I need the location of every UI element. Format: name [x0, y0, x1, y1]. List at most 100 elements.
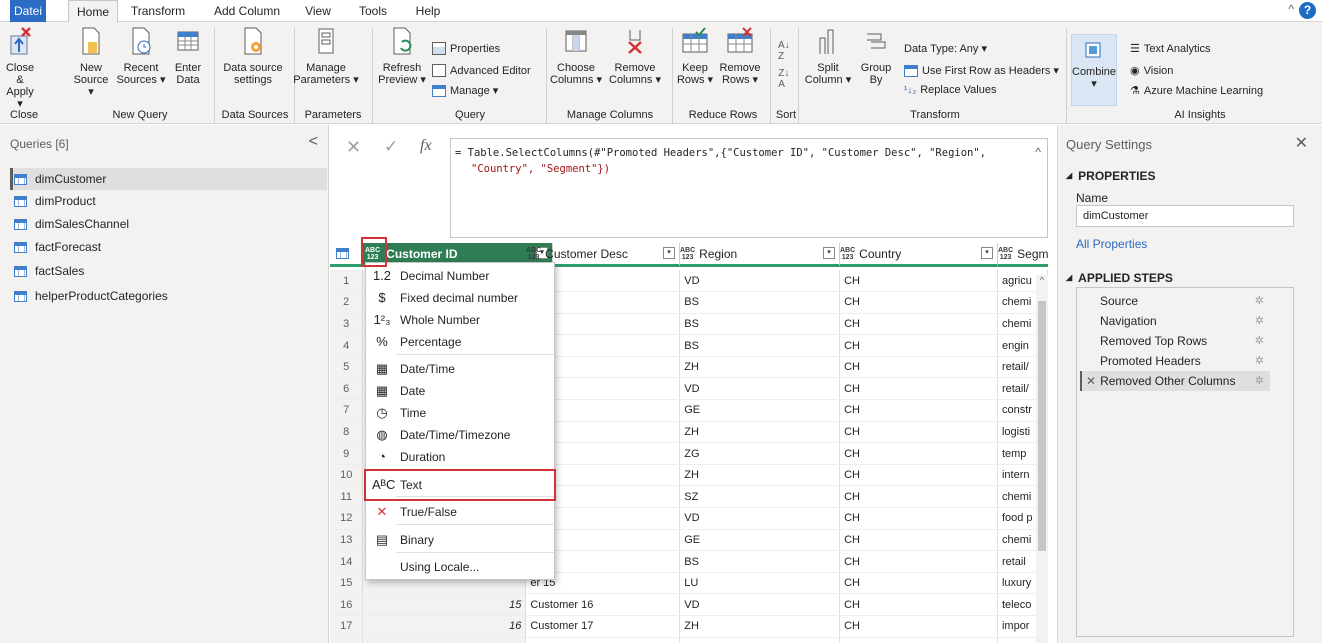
table-cell[interactable]: BS [679, 313, 841, 336]
table-cell[interactable]: Customer 16 [525, 593, 681, 616]
table-cell[interactable]: VD [679, 593, 841, 616]
gear-icon[interactable]: ✲ [1255, 311, 1264, 331]
table-cell[interactable]: BS [679, 550, 841, 573]
query-item-dimsaleschannel[interactable]: dimSalesChannel [10, 213, 327, 235]
sort-buttons[interactable]: A↓ Z Z↓ A [778, 40, 790, 90]
table-cell[interactable]: 15 [362, 593, 527, 616]
text-analytics-button[interactable]: ☰ Text Analytics [1130, 42, 1211, 56]
gear-icon[interactable]: ✲ [1255, 331, 1264, 351]
manage-parameters-button[interactable]: Manage Parameters ▾ [284, 26, 368, 86]
manage-button[interactable]: Manage ▾ [432, 84, 498, 97]
scroll-up-icon[interactable]: ^ [1036, 275, 1048, 289]
close-settings-icon[interactable]: ✕ [1295, 133, 1308, 153]
table-cell[interactable]: VD [679, 270, 841, 293]
table-cell[interactable]: ZH [679, 421, 841, 444]
use-first-row-button[interactable]: Use First Row as Headers ▾ [904, 64, 1059, 77]
tab-view[interactable]: View [298, 0, 338, 22]
gear-icon[interactable]: ✲ [1255, 371, 1264, 391]
step-promoted-headers[interactable]: Promoted Headers ✲ [1080, 351, 1270, 371]
group-by-button[interactable]: Group By [856, 26, 896, 86]
tab-home[interactable]: Home [68, 0, 118, 23]
help-icon[interactable]: ? [1299, 2, 1316, 19]
menu-item-true-false[interactable]: ✕ True/False [366, 501, 554, 523]
table-cell[interactable]: CH [839, 550, 998, 573]
table-menu-icon[interactable] [336, 248, 356, 262]
table-cell[interactable]: ZH [679, 464, 841, 487]
step-source[interactable]: Source ✲ [1080, 291, 1270, 311]
menu-item-time[interactable]: ◷ Time [366, 402, 554, 424]
remove-columns-button[interactable]: Remove Columns ▾ [606, 26, 664, 86]
type-any-icon[interactable]: ABC 123 [998, 247, 1013, 261]
delete-step-icon[interactable]: ✕ [1086, 374, 1096, 388]
table-cell[interactable]: CH [839, 637, 998, 643]
menu-item-duration[interactable]: ◔ Duration [366, 446, 554, 468]
table-cell[interactable]: CH [839, 356, 998, 379]
table-cell[interactable]: 16 [362, 615, 527, 638]
table-cell[interactable]: BS [679, 291, 841, 314]
sort-descending-icon[interactable]: Z↓ A [778, 68, 789, 90]
table-cell[interactable]: CH [839, 377, 998, 401]
type-any-icon[interactable]: ABC 123 [680, 247, 695, 261]
split-column-button[interactable]: Split Column ▾ [802, 26, 854, 86]
table-cell[interactable]: CH [839, 313, 998, 336]
menu-item-date[interactable]: ▦ Date [366, 380, 554, 402]
confirm-formula-icon[interactable]: ✓ [384, 137, 398, 157]
table-cell[interactable]: ZG [679, 442, 841, 465]
menu-item-using-locale[interactable]: Using Locale... [366, 556, 554, 578]
step-navigation[interactable]: Navigation ✲ [1080, 311, 1270, 331]
query-item-helperproductcategories[interactable]: helperProductCategories [10, 285, 327, 307]
vision-button[interactable]: ◉ Vision [1130, 64, 1173, 78]
table-cell[interactable]: Customer 17 [525, 615, 681, 638]
remove-rows-button[interactable]: Remove Rows ▾ [716, 26, 764, 86]
table-cell[interactable]: CH [839, 485, 998, 509]
enter-data-button[interactable]: Enter Data [170, 26, 206, 86]
table-cell[interactable]: VD [679, 377, 841, 401]
tab-add-column[interactable]: Add Column [208, 0, 286, 22]
collapse-queries-icon[interactable]: < [309, 133, 318, 151]
table-cell[interactable]: CH [839, 593, 998, 616]
table-cell[interactable]: CH [839, 572, 998, 595]
table-cell[interactable]: CH [839, 507, 998, 530]
recent-sources-button[interactable]: Recent Sources ▾ [116, 26, 166, 86]
menu-item-binary[interactable]: ▤ Binary [366, 529, 554, 551]
properties-button[interactable]: Properties [432, 42, 500, 55]
table-cell[interactable]: GE [679, 529, 841, 552]
keep-rows-button[interactable]: Keep Rows ▾ [676, 26, 714, 86]
table-cell[interactable]: SZ [679, 485, 841, 509]
gear-icon[interactable]: ✲ [1255, 291, 1264, 311]
type-any-icon[interactable]: ABC 123 [526, 247, 541, 261]
table-cell[interactable]: GE [679, 399, 841, 422]
table-cell[interactable]: VD [679, 507, 841, 530]
menu-item-fixed-decimal-number[interactable]: $ Fixed decimal number [366, 287, 554, 309]
vertical-scrollbar[interactable]: ^ [1036, 275, 1048, 643]
menu-item-percentage[interactable]: % Percentage [366, 331, 554, 353]
table-cell[interactable]: CH [839, 442, 998, 465]
table-cell[interactable]: BE [679, 637, 841, 643]
fx-icon[interactable]: fx [420, 137, 432, 155]
collapse-ribbon-icon[interactable]: ^ [1288, 2, 1294, 16]
table-cell[interactable]: LU [679, 572, 841, 595]
new-source-button[interactable]: New Source ▾ [70, 26, 112, 98]
table-cell[interactable]: ZH [679, 356, 841, 379]
tab-tools[interactable]: Tools [352, 0, 394, 22]
query-item-factsales[interactable]: factSales [10, 260, 327, 282]
gear-icon[interactable]: ✲ [1255, 351, 1264, 371]
tab-datei[interactable]: Datei [10, 0, 46, 22]
table-cell[interactable]: CH [839, 399, 998, 422]
table-cell[interactable]: CH [839, 615, 998, 638]
table-cell[interactable]: ZH [679, 615, 841, 638]
step-removed-top-rows[interactable]: Removed Top Rows ✲ [1080, 331, 1270, 351]
step-removed-other-columns[interactable]: ✕ Removed Other Columns ✲ [1080, 371, 1270, 391]
tab-help[interactable]: Help [408, 0, 448, 22]
query-item-dimproduct[interactable]: dimProduct [10, 190, 327, 212]
query-item-factforecast[interactable]: factForecast [10, 236, 327, 258]
table-cell[interactable]: 17 [362, 637, 527, 643]
data-source-settings-button[interactable]: Data source settings [218, 26, 288, 86]
scrollbar-thumb[interactable] [1038, 301, 1046, 551]
column-filter-icon[interactable]: ▾ [823, 247, 835, 259]
table-cell[interactable]: BS [679, 334, 841, 357]
table-cell[interactable]: Customer 18 [525, 637, 681, 643]
type-any-icon[interactable]: ABC 123 [840, 247, 855, 261]
table-cell[interactable]: CH [839, 270, 998, 293]
table-cell[interactable]: CH [839, 291, 998, 314]
